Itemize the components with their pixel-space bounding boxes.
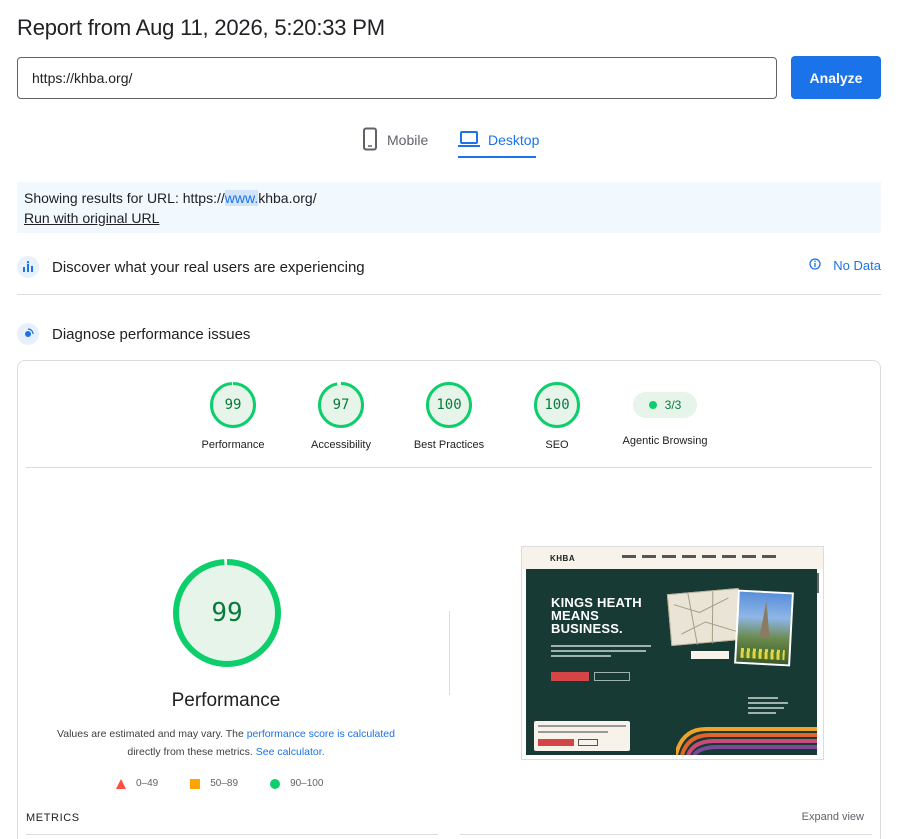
gauge-value: 100 — [436, 397, 462, 413]
score-gauge-agentic-browsing[interactable]: 3/3 Agentic Browsing — [611, 382, 719, 447]
metrics-divider — [460, 834, 872, 835]
gauge-ring: 100 — [534, 382, 580, 428]
metrics-heading: METRICS — [26, 812, 80, 824]
field-data-header[interactable]: Discover what your real users are experi… — [17, 252, 881, 282]
thumb-hero: KINGS HEATH MEANS BUSINESS. — [526, 569, 817, 755]
smartphone-icon — [361, 127, 379, 154]
notice-highlight: www. — [224, 190, 259, 206]
notice-prefix: Showing results for URL: https:// — [24, 190, 225, 206]
thumb-primary-button — [551, 672, 589, 681]
score-gauge-accessibility[interactable]: 97 Accessibility — [287, 382, 395, 451]
metrics-divider — [26, 834, 438, 835]
agentic-value: 3/3 — [664, 398, 682, 412]
thumb-secondary-button — [594, 672, 630, 681]
thumb-caption-card — [691, 651, 729, 659]
agentic-pill: 3/3 — [633, 392, 697, 418]
lab-data-header: Diagnose performance issues — [17, 319, 881, 349]
score-legend: 0–49 50–89 90–100 — [116, 778, 355, 789]
active-tab-indicator — [458, 156, 536, 158]
fail-triangle-icon — [116, 778, 126, 789]
final-screenshot-thumbnail[interactable]: KHBA KINGS HEATH MEANS BUSINESS. — [521, 546, 824, 760]
report-title: Report from Aug 11, 2026, 5:20:33 PM — [17, 15, 385, 40]
gauge-value: 100 — [544, 397, 570, 413]
device-tabs: Mobile Desktop — [0, 122, 900, 160]
thumb-hero-line: BUSINESS. — [551, 621, 623, 636]
score-gauge-seo[interactable]: 100 SEO — [503, 382, 611, 451]
lighthouse-icon — [17, 323, 39, 345]
gauge-ring: 99 — [210, 382, 256, 428]
legend-item-pass: 90–100 — [270, 778, 323, 789]
thumb-church-photo — [734, 589, 794, 667]
field-data-title: Discover what your real users are experi… — [52, 258, 365, 276]
pass-dot-icon — [648, 401, 657, 409]
estimate-text: directly from these metrics. — [127, 746, 256, 758]
pass-circle-icon — [270, 778, 281, 789]
tab-mobile-label: Mobile — [387, 132, 429, 148]
thumb-nav — [622, 555, 776, 558]
estimate-text: Values are estimated and may vary. The — [57, 728, 247, 740]
thumb-hero-title: KINGS HEATH MEANS BUSINESS. — [551, 596, 642, 635]
legend-range: 90–100 — [290, 778, 324, 789]
legend-range: 0–49 — [136, 778, 159, 789]
score-gauge-best-practices[interactable]: 100 Best Practices — [395, 382, 503, 451]
thumb-map-image — [666, 587, 744, 647]
main-score-label: Performance — [171, 690, 281, 711]
main-score-value: 99 — [211, 598, 243, 628]
see-calculator-link[interactable]: See calculator. — [256, 746, 325, 758]
card-divider — [26, 467, 872, 468]
average-square-icon — [190, 778, 201, 789]
analyze-button[interactable]: Analyze — [791, 56, 881, 99]
gauge-label: Best Practices — [413, 439, 485, 451]
url-input[interactable]: https://khba.org/ — [17, 57, 777, 99]
users-chart-icon — [17, 256, 39, 278]
lab-data-title: Diagnose performance issues — [52, 325, 251, 343]
section-divider — [17, 294, 881, 295]
notice-text: Showing results for URL: https://www.khb… — [24, 188, 874, 208]
thumb-cookie-banner — [534, 721, 630, 751]
legend-item-average: 50–89 — [190, 778, 238, 789]
gauge-label: Performance — [201, 439, 265, 451]
vertical-divider — [449, 611, 450, 695]
score-calculated-link[interactable]: performance score is calculated — [247, 728, 395, 740]
gauge-label: Agentic Browsing — [622, 435, 708, 447]
tab-desktop[interactable]: Desktop — [458, 122, 539, 158]
info-icon — [809, 258, 821, 273]
gauge-label: SEO — [545, 439, 569, 451]
legend-item-fail: 0–49 — [116, 778, 158, 789]
tab-desktop-label: Desktop — [488, 132, 540, 148]
laptop-icon — [458, 130, 480, 151]
lighthouse-report-card: 99 Performance 97 Accessibility 100 Best… — [17, 360, 881, 839]
no-data-label: No Data — [833, 258, 881, 273]
run-original-url-link[interactable]: Run with original URL — [24, 208, 874, 228]
estimate-disclaimer: Values are estimated and may vary. The p… — [46, 725, 406, 761]
main-performance-gauge: 99 — [173, 559, 281, 667]
tab-mobile[interactable]: Mobile — [361, 122, 428, 158]
thumb-hero-paragraph — [551, 645, 651, 661]
thumb-scrollbar — [817, 573, 819, 593]
gauge-ring: 97 — [318, 382, 364, 428]
legend-range: 50–89 — [210, 778, 239, 789]
thumb-logo: KHBA — [550, 553, 576, 563]
thumb-site-header: KHBA — [522, 547, 823, 569]
gauge-ring: 100 — [426, 382, 472, 428]
thumb-stripes-graphic — [676, 727, 817, 755]
url-redirect-notice: Showing results for URL: https://www.khb… — [17, 182, 881, 233]
gauge-label: Accessibility — [311, 439, 371, 451]
notice-suffix: khba.org/ — [258, 190, 317, 206]
no-data-indicator[interactable]: No Data — [809, 258, 881, 273]
thumb-side-text — [748, 697, 788, 717]
score-gauge-performance[interactable]: 99 Performance — [179, 382, 287, 451]
gauge-value: 99 — [224, 397, 242, 413]
gauge-value: 97 — [332, 397, 350, 413]
expand-view-toggle[interactable]: Expand view — [802, 811, 864, 823]
